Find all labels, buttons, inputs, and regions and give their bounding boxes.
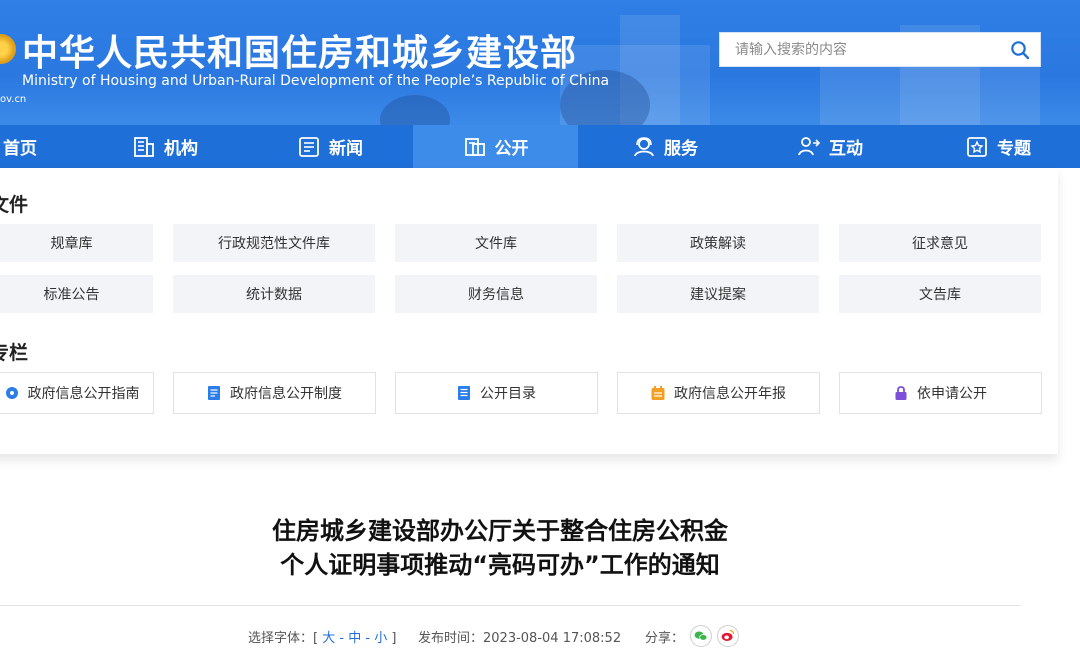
building-icon — [134, 136, 154, 157]
header-banner: 中华人民共和国住房和城乡建设部 Ministry of Housing and … — [0, 0, 1080, 125]
wechat-icon — [694, 631, 708, 641]
nav-item-label: 服务 — [664, 139, 698, 159]
publish-info: 发布时间：2023-08-04 17:08:52 — [418, 627, 621, 646]
topic-icon — [967, 136, 987, 157]
file-link[interactable]: 征求意见 — [839, 224, 1041, 262]
news-icon — [299, 136, 319, 157]
search-input[interactable] — [720, 33, 1005, 66]
font-size-large[interactable]: 大 — [322, 631, 335, 646]
tree-silhouette — [380, 95, 450, 125]
nav-item-topic[interactable]: 专题 — [933, 125, 1063, 168]
font-size-selector: 选择字体：[ 大 - 中 - 小 ] — [248, 627, 396, 646]
bracket: [ — [313, 631, 319, 646]
separator: - — [365, 631, 371, 646]
weibo-icon — [721, 629, 735, 641]
file-link[interactable]: 建议提案 — [617, 275, 819, 313]
site-subtitle: Ministry of Housing and Urban-Rural Deve… — [22, 73, 610, 89]
publish-label: 发布时间： — [418, 631, 484, 646]
column-link-annual-report[interactable]: 政府信息公开年报 — [617, 372, 820, 414]
file-link[interactable]: 统计数据 — [173, 275, 375, 313]
divider — [0, 605, 1021, 606]
column-link-guide[interactable]: 政府信息公开指南 — [0, 372, 154, 414]
file-link[interactable]: 政策解读 — [617, 224, 819, 262]
column-link-system[interactable]: 政府信息公开制度 — [173, 372, 376, 414]
share-label: 分享： — [645, 631, 685, 646]
site-domain: ov.cn — [0, 94, 27, 105]
disclosure-icon — [464, 137, 485, 156]
article-title-line1: 住房城乡建设部办公厅关于整合住房公积金 — [272, 517, 728, 545]
main-nav: 首页 机构 新闻 公开 服务 互动 专题 — [0, 125, 1080, 168]
nav-item-interaction[interactable]: 互动 — [765, 125, 895, 168]
search-box — [719, 32, 1041, 67]
nav-item-label: 首页 — [3, 139, 37, 159]
publish-time: 2023-08-04 17:08:52 — [483, 631, 622, 646]
column-link-catalog[interactable]: 公开目录 — [395, 372, 598, 414]
column-link-label: 政府信息公开指南 — [27, 386, 140, 402]
catalog-icon — [458, 386, 470, 400]
share-wechat-button[interactable] — [690, 625, 712, 647]
file-link[interactable]: 标准公告 — [0, 275, 153, 313]
file-link[interactable]: 行政规范性文件库 — [173, 224, 375, 262]
file-link[interactable]: 规章库 — [0, 224, 153, 262]
article-title-line2: 个人证明事项推动“亮码可办”工作的通知 — [280, 551, 720, 579]
nav-item-label: 公开 — [494, 139, 529, 159]
site-title: 中华人民共和国住房和城乡建设部 — [22, 33, 578, 74]
document-icon — [208, 386, 220, 400]
section-title-files: 文件 — [0, 194, 29, 216]
nav-item-service[interactable]: 服务 — [600, 125, 730, 168]
disclosure-panel: 文件 规章库 行政规范性文件库 文件库 政策解读 征求意见 标准公告 统计数据 … — [0, 168, 1058, 454]
national-emblem-icon — [0, 34, 16, 64]
nav-item-news[interactable]: 新闻 — [265, 125, 395, 168]
column-link-apply[interactable]: 依申请公开 — [839, 372, 1042, 414]
nav-item-label: 新闻 — [329, 139, 363, 159]
column-link-label: 公开目录 — [480, 386, 536, 402]
column-link-label: 政府信息公开制度 — [230, 386, 342, 402]
file-link[interactable]: 财务信息 — [395, 275, 597, 313]
font-size-medium[interactable]: 中 — [348, 631, 361, 646]
nav-item-label: 专题 — [997, 139, 1031, 159]
nav-item-label: 机构 — [164, 139, 198, 159]
font-size-small[interactable]: 小 — [374, 631, 387, 646]
service-icon — [634, 136, 654, 156]
nav-item-organization[interactable]: 机构 — [100, 125, 230, 168]
file-link[interactable]: 文件库 — [395, 224, 597, 262]
calendar-icon — [651, 386, 665, 400]
nav-item-home[interactable]: 首页 — [0, 125, 80, 168]
interaction-icon — [798, 136, 821, 155]
share-weibo-button[interactable] — [717, 625, 739, 647]
file-link[interactable]: 文告库 — [839, 275, 1041, 313]
column-link-label: 依申请公开 — [917, 386, 987, 402]
bracket: ] — [391, 631, 397, 646]
font-size-label: 选择字体： — [248, 631, 314, 646]
section-title-column: 专栏 — [0, 342, 29, 364]
guide-icon — [5, 387, 18, 399]
separator: - — [339, 631, 345, 646]
column-link-label: 政府信息公开年报 — [674, 386, 786, 402]
nav-item-disclosure[interactable]: 公开 — [413, 125, 578, 168]
nav-item-label: 互动 — [829, 139, 863, 159]
lock-icon — [895, 386, 907, 400]
search-icon[interactable] — [1010, 40, 1030, 60]
